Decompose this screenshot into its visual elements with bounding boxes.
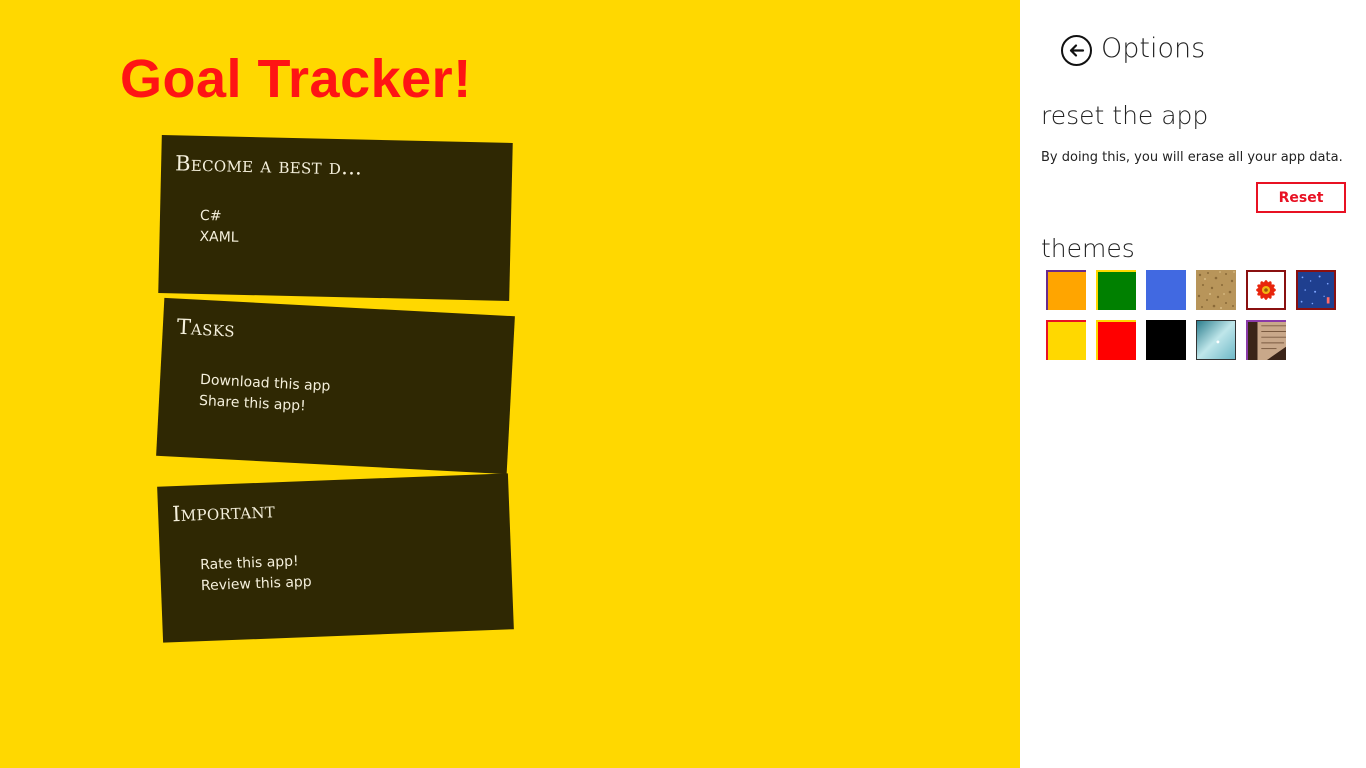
theme-swatch-green[interactable] — [1096, 270, 1136, 310]
theme-swatch-yellow[interactable] — [1046, 320, 1086, 360]
goal-item-list: Rate this app! Review this app — [200, 551, 312, 597]
theme-swatch-water[interactable] — [1196, 320, 1236, 360]
back-button[interactable] — [1061, 35, 1092, 66]
theme-swatch-sand[interactable] — [1196, 270, 1236, 310]
theme-swatch-black[interactable] — [1146, 320, 1186, 360]
back-arrow-icon — [1069, 44, 1085, 57]
options-flyout: Options reset the app By doing this, you… — [1020, 0, 1366, 768]
theme-swatch-orange[interactable] — [1046, 270, 1086, 310]
goal-item-list: Download this app Share this app! — [198, 370, 331, 419]
goal-card-title: Tasks — [176, 314, 236, 342]
theme-swatch-red[interactable] — [1096, 320, 1136, 360]
goal-item: Review this app — [200, 573, 312, 595]
goal-item-list: C# XAML — [199, 206, 239, 249]
goal-item: XAML — [199, 228, 239, 246]
reset-button[interactable]: Reset — [1256, 182, 1346, 213]
theme-swatch-blue-sparkle[interactable] — [1296, 270, 1336, 310]
goal-card-title: Important — [171, 498, 276, 527]
goal-card-title: Become a best d... — [174, 151, 363, 180]
reset-description: By doing this, you will erase all your a… — [1041, 150, 1343, 165]
goal-card[interactable]: Become a best d... C# XAML — [158, 135, 513, 301]
goal-card[interactable]: Important Rate this app! Review this app — [157, 473, 514, 643]
options-title: Options — [1101, 33, 1206, 64]
themes-heading: themes — [1041, 234, 1135, 263]
theme-swatch-flower[interactable] — [1246, 270, 1286, 310]
app-title: Goal Tracker! — [120, 49, 472, 109]
app-canvas: Goal Tracker! Become a best d... C# XAML… — [0, 0, 1020, 768]
theme-swatch-blue[interactable] — [1146, 270, 1186, 310]
goal-item: C# — [199, 207, 222, 225]
theme-swatch-books[interactable] — [1246, 320, 1286, 360]
reset-heading: reset the app — [1041, 101, 1209, 130]
goal-card[interactable]: Tasks Download this app Share this app! — [156, 297, 515, 475]
